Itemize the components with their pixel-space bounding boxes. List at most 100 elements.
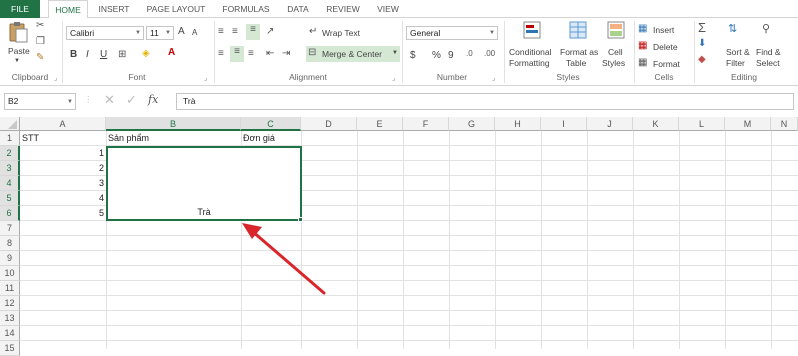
column-header-j[interactable]: J	[587, 117, 633, 131]
bottom-align-icon[interactable]: ≡	[246, 24, 260, 40]
column-header-d[interactable]: D	[301, 117, 357, 131]
paste-button[interactable]: Paste	[8, 46, 30, 56]
format-cells-button[interactable]: Format	[653, 59, 680, 69]
conditional-formatting-button[interactable]: Conditional	[509, 47, 552, 57]
column-header-k[interactable]: K	[633, 117, 679, 131]
number-launcher-icon[interactable]: ⌟	[492, 74, 495, 82]
cell-a4[interactable]: 3	[22, 176, 104, 191]
align-center-icon[interactable]: ≡	[230, 46, 244, 62]
tab-home[interactable]: HOME	[48, 0, 88, 19]
tab-view[interactable]: VIEW	[372, 0, 404, 18]
indent-icon[interactable]: ⇤	[266, 48, 274, 59]
row-header-13[interactable]: 13	[0, 311, 20, 326]
cell-a6[interactable]: 5	[22, 206, 104, 221]
column-header-f[interactable]: F	[403, 117, 449, 131]
row-header-4[interactable]: 4	[0, 176, 20, 191]
insert-function-button[interactable]: fx	[148, 93, 158, 106]
tab-file[interactable]: FILE	[0, 0, 40, 18]
format-as-table-button[interactable]: Format as	[560, 47, 598, 57]
comma-button[interactable]: 9	[448, 50, 454, 61]
clipboard-launcher-icon[interactable]: ⌟	[54, 74, 57, 82]
alignment-launcher-icon[interactable]: ⌟	[392, 74, 395, 82]
cell-styles-button[interactable]: Cell	[608, 47, 623, 57]
worksheet-grid[interactable]: A B C D E F G H I J K L M N 1 2 3 4 5 6 …	[0, 117, 798, 356]
sort-filter-button[interactable]: Sort &	[726, 47, 750, 57]
formula-input[interactable]: Trà	[176, 93, 794, 110]
select-all-button[interactable]	[0, 117, 20, 131]
cell-a1[interactable]: STT	[22, 131, 39, 146]
increase-decimal-icon[interactable]: .0	[466, 49, 473, 58]
align-right-icon[interactable]: ≡	[248, 48, 254, 59]
decrease-decimal-icon[interactable]: .00	[484, 49, 495, 58]
find-select-button[interactable]: Find &	[756, 47, 781, 57]
column-header-h[interactable]: H	[495, 117, 541, 131]
italic-button[interactable]: I	[86, 49, 89, 60]
tab-formulas[interactable]: FORMULAS	[218, 0, 274, 18]
paste-dropdown-icon[interactable]: ▼	[14, 58, 20, 64]
shrink-font-button[interactable]: A	[192, 28, 197, 37]
row-header-3[interactable]: 3	[0, 161, 20, 176]
currency-button[interactable]: $	[410, 50, 416, 61]
column-header-c[interactable]: C	[241, 117, 301, 131]
bold-button[interactable]: B	[70, 49, 77, 60]
enter-icon[interactable]: ✓	[126, 92, 137, 108]
fill-color-icon[interactable]: ◈	[142, 48, 150, 59]
resize-dots-icon[interactable]: ⋮	[84, 94, 93, 105]
autosum-icon[interactable]: Σ	[698, 20, 706, 35]
row-header-10[interactable]: 10	[0, 266, 20, 281]
column-header-l[interactable]: L	[679, 117, 725, 131]
font-color-icon[interactable]: A	[168, 47, 175, 58]
cell-a5[interactable]: 4	[22, 191, 104, 206]
row-header-11[interactable]: 11	[0, 281, 20, 296]
fill-icon[interactable]: ⬇	[698, 38, 706, 49]
format-painter-icon[interactable]: ✎	[36, 52, 44, 63]
column-header-b[interactable]: B	[106, 117, 241, 131]
row-header-1[interactable]: 1	[0, 131, 20, 146]
column-header-n[interactable]: N	[771, 117, 798, 131]
row-header-8[interactable]: 8	[0, 236, 20, 251]
tab-data[interactable]: DATA	[282, 0, 314, 18]
wrap-text-button[interactable]: Wrap Text	[322, 28, 360, 38]
orientation-icon[interactable]: ↗	[266, 26, 274, 37]
cut-icon[interactable]: ✂	[36, 20, 44, 31]
tab-insert[interactable]: INSERT	[94, 0, 134, 18]
percent-button[interactable]: %	[432, 50, 441, 61]
align-left-icon[interactable]: ≡	[218, 48, 224, 59]
column-header-g[interactable]: G	[449, 117, 495, 131]
column-header-m[interactable]: M	[725, 117, 771, 131]
row-header-6[interactable]: 6	[0, 206, 20, 221]
column-header-a[interactable]: A	[20, 117, 106, 131]
insert-cells-button[interactable]: Insert	[653, 25, 674, 35]
clear-icon[interactable]: ◆	[698, 54, 706, 65]
row-header-14[interactable]: 14	[0, 326, 20, 341]
cell-a3[interactable]: 2	[22, 161, 104, 176]
row-header-12[interactable]: 12	[0, 296, 20, 311]
column-header-i[interactable]: I	[541, 117, 587, 131]
column-header-e[interactable]: E	[357, 117, 403, 131]
merge-center-button[interactable]: ⊟ Merge & Center ▼	[306, 46, 400, 62]
cell-b1[interactable]: Sản phẩm	[108, 131, 149, 146]
cell-c1[interactable]: Đơn giá	[243, 131, 275, 146]
name-box[interactable]: B2 ▼	[4, 93, 76, 110]
grow-font-button[interactable]: A	[178, 26, 185, 37]
delete-cells-button[interactable]: Delete	[653, 42, 678, 52]
copy-icon[interactable]: ❐	[36, 36, 45, 47]
middle-align-icon[interactable]: ≡	[232, 26, 238, 37]
font-launcher-icon[interactable]: ⌟	[204, 74, 207, 82]
font-size-select[interactable]: 11 ▼	[146, 26, 174, 40]
row-header-2[interactable]: 2	[0, 146, 20, 161]
row-header-9[interactable]: 9	[0, 251, 20, 266]
top-align-icon[interactable]: ≡	[218, 26, 224, 37]
borders-icon[interactable]: ⊞	[118, 49, 126, 60]
number-format-select[interactable]: General ▼	[406, 26, 498, 40]
tab-page-layout[interactable]: PAGE LAYOUT	[142, 0, 210, 18]
tab-review[interactable]: REVIEW	[322, 0, 364, 18]
cell-a2[interactable]: 1	[22, 146, 104, 161]
font-name-select[interactable]: Calibri ▼	[66, 26, 144, 40]
outdent-icon[interactable]: ⇥	[282, 48, 290, 59]
paste-icon[interactable]	[6, 20, 30, 43]
row-header-5[interactable]: 5	[0, 191, 20, 206]
row-header-7[interactable]: 7	[0, 221, 20, 236]
cancel-icon[interactable]: ✕	[104, 92, 115, 108]
underline-button[interactable]: U	[100, 49, 107, 60]
